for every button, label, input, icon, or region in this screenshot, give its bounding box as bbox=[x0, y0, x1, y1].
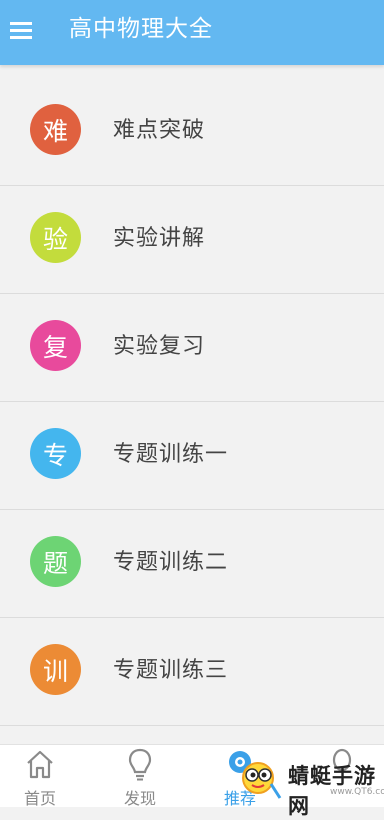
badge-icon: 专 bbox=[30, 428, 81, 479]
list-item-label: 实验复习 bbox=[113, 334, 206, 359]
app-title: 高中物理大全 bbox=[69, 16, 213, 42]
list-item-label: 专题训练二 bbox=[113, 550, 229, 575]
bulb-icon bbox=[332, 748, 352, 772]
list-item-label: 难点突破 bbox=[113, 118, 206, 143]
list-item-experiment-explanation[interactable]: 验 实验讲解 bbox=[0, 186, 384, 294]
recommend-icon bbox=[229, 751, 251, 773]
top-app-bar: 高中物理大全 bbox=[0, 0, 384, 65]
list-item-difficult-points[interactable]: 难 难点突破 bbox=[0, 78, 384, 186]
list-item-label: 专题训练一 bbox=[113, 442, 229, 467]
menu-button[interactable] bbox=[8, 17, 34, 43]
badge-icon: 验 bbox=[30, 212, 81, 263]
nav-label: 首页 bbox=[23, 789, 56, 808]
list-item-topic-training-2[interactable]: 题 专题训练二 bbox=[0, 510, 384, 618]
badge-icon: 复 bbox=[30, 320, 81, 371]
badge-icon: 题 bbox=[30, 536, 81, 587]
list-item-label: 实验讲解 bbox=[113, 226, 206, 251]
nav-item-discover[interactable]: 发现 bbox=[100, 745, 180, 808]
nav-item-home[interactable]: 首页 bbox=[0, 745, 80, 808]
list-item-experiment-review[interactable]: 复 实验复习 bbox=[0, 294, 384, 402]
home-icon bbox=[27, 750, 53, 779]
nav-label: 推荐 bbox=[223, 789, 256, 808]
list-item-label: 专题训练三 bbox=[113, 658, 229, 683]
bottom-navigation: 首页 发现 推荐 bbox=[0, 744, 384, 808]
nav-item-fourth[interactable] bbox=[302, 745, 382, 807]
nav-item-recommend[interactable]: 推荐 bbox=[200, 745, 280, 808]
list-item-topic-training-1[interactable]: 专 专题训练一 bbox=[0, 402, 384, 510]
category-list: 难 难点突破 验 实验讲解 复 实验复习 专 专题训练一 题 专题训练二 训 专… bbox=[0, 78, 384, 726]
lightbulb-icon bbox=[128, 748, 152, 781]
list-item-topic-training-3[interactable]: 训 专题训练三 bbox=[0, 618, 384, 726]
hamburger-menu-icon bbox=[10, 22, 32, 39]
badge-icon: 训 bbox=[30, 644, 81, 695]
nav-label: 发现 bbox=[123, 789, 156, 808]
badge-icon: 难 bbox=[30, 104, 81, 155]
